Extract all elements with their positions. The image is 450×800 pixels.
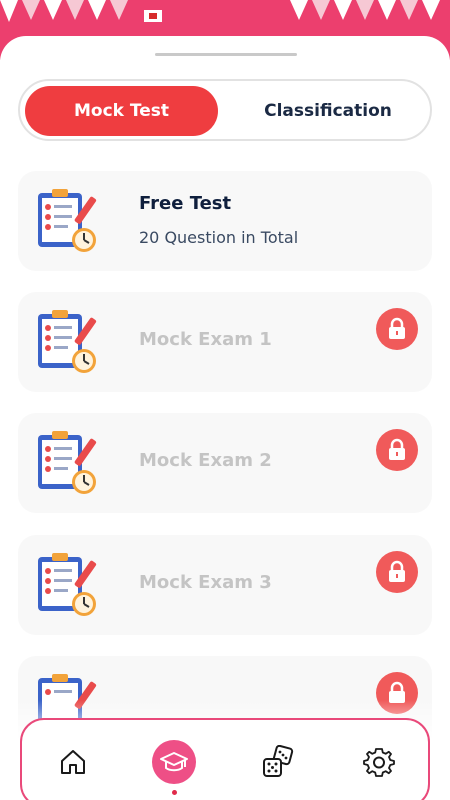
card-subtitle: 20 Question in Total: [139, 228, 299, 247]
card-title: Free Test: [139, 193, 232, 214]
tab-mock-test-label: Mock Test: [73, 101, 169, 121]
sheet-grabber[interactable]: [155, 53, 297, 56]
test-card-free[interactable]: Free Test 20 Question in Total: [18, 171, 432, 271]
clipboard-checklist-icon: [38, 310, 97, 373]
dice-icon: [263, 745, 294, 777]
graduation-cap-icon: [160, 752, 188, 772]
clipboard-checklist-icon: [38, 431, 97, 494]
bottom-nav: [20, 718, 430, 800]
test-card-mock-3[interactable]: Mock Exam 3: [18, 535, 432, 635]
test-card-mock-1[interactable]: Mock Exam 1: [18, 292, 432, 392]
tab-classification-label: Classification: [264, 101, 392, 121]
lock-badge: [376, 429, 418, 471]
segmented-control: Mock Test Classification: [18, 79, 432, 141]
card-title: Mock Exam 1: [139, 329, 272, 350]
clipboard-checklist-icon: [38, 553, 97, 616]
bunting-decoration: [0, 0, 440, 22]
lock-icon: [389, 560, 405, 582]
lock-badge: [376, 551, 418, 593]
card-title: Mock Exam 2: [139, 450, 272, 471]
test-card-mock-2[interactable]: Mock Exam 2: [18, 413, 432, 513]
gear-icon: [363, 748, 395, 777]
tab-mock-test[interactable]: Mock Test: [25, 86, 218, 136]
tab-classification[interactable]: Classification: [230, 86, 426, 136]
nav-active-indicator: [152, 740, 196, 784]
nav-games[interactable]: [254, 738, 302, 786]
active-dot: [172, 790, 177, 795]
home-icon: [61, 750, 85, 774]
clipboard-checklist-icon: [38, 189, 97, 252]
nav-learn[interactable]: [150, 738, 198, 786]
lock-badge: [376, 308, 418, 350]
nav-settings[interactable]: [355, 738, 403, 786]
lock-icon: [389, 438, 405, 460]
lock-icon: [389, 317, 405, 339]
nav-home[interactable]: [49, 738, 97, 786]
card-title: Mock Exam 3: [139, 572, 272, 593]
